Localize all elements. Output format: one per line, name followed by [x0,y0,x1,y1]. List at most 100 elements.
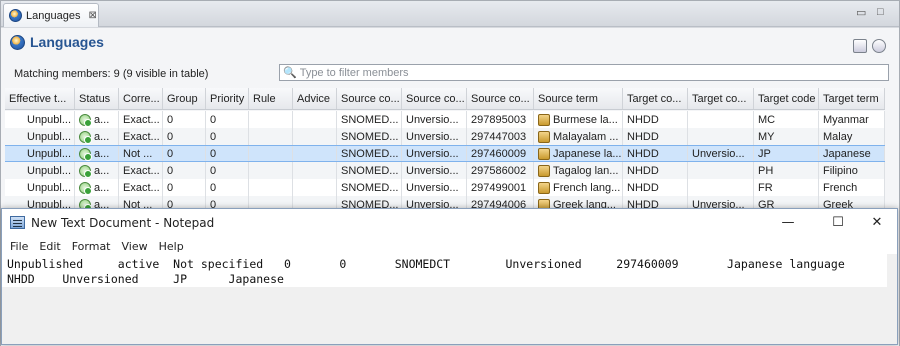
col-group-header[interactable]: Group [163,88,206,109]
col-priority-cell: 0 [206,146,249,161]
col-status-header[interactable]: Status [75,88,119,109]
cell-text: a... [94,147,110,160]
cell-text: Unversio... [692,147,745,160]
col-target-code-cell: FR [754,179,819,196]
cell-text: FR [758,181,773,194]
menu-view[interactable]: View [122,240,148,253]
col-status-cell: a... [75,111,119,128]
col-target-code-cell: PH [754,162,819,179]
menu-format[interactable]: Format [72,240,111,253]
col-correlation-header[interactable]: Corre... [119,88,163,109]
col-source-code-cell: 297499001 [467,179,534,196]
cell-text: MC [758,113,776,126]
cell-text: JP [758,147,771,160]
col-source-codesystem-cell: SNOMED... [337,146,402,161]
table-row[interactable]: Unpubl... a... Exact... 0 0 SNOMED... Unversio… [5,128,885,145]
col-correlation-cell: Not ... [119,146,163,161]
col-rule-header[interactable]: Rule [249,88,293,109]
col-advice-header[interactable]: Advice [293,88,337,109]
cell-text: Unpubl... [27,113,72,126]
cell-text: MY [758,130,775,143]
col-target-code-header[interactable]: Target code [754,88,819,109]
cell-text: Unpubl... [27,181,72,194]
cell-text: 0 [167,164,174,177]
cell-text: 0 [210,147,217,160]
filter-members-input[interactable]: 🔍 Type to filter members [279,64,889,81]
cell-text: 0 [210,113,217,126]
col-source-codesystem-cell: SNOMED... [337,162,402,179]
cell-text: Exact... [123,164,160,177]
refresh-icon[interactable] [872,39,886,53]
table-row[interactable]: Unpubl... a... Exact... 0 0 SNOMED... Unversio… [5,179,885,196]
close-button[interactable]: ✕ [855,209,899,236]
col-priority-header[interactable]: Priority [206,88,249,109]
col-target-term-header[interactable]: Target term [819,88,885,109]
table-row[interactable]: Unpubl... a... Exact... 0 0 SNOMED... Unversio… [5,111,885,128]
col-target-version-header[interactable]: Target co... [688,88,754,109]
col-source-code-cell: 297447003 [467,128,534,145]
notepad-icon [10,216,25,229]
tab-languages[interactable]: Languages ⊠ [3,3,99,27]
text-line: NHDD Unversioned JP Japanese [7,272,284,286]
col-source-version-header[interactable]: Source co... [402,88,467,109]
notepad-title: New Text Document - Notepad [31,215,215,230]
cell-text: Unpubl... [27,130,72,143]
col-correlation-cell: Exact... [119,128,163,145]
globe-icon [10,34,25,50]
minimize-button[interactable]: — [766,209,810,236]
cell-text: Unpubl... [27,147,72,160]
col-advice-cell [293,162,337,179]
col-advice-cell [293,179,337,196]
cell-text: SNOMED... [341,181,399,194]
cell-text: Exact... [123,130,160,143]
menu-help[interactable]: Help [159,240,184,253]
cell-text: 297460009 [471,147,527,160]
col-effective-time-cell: Unpubl... [5,162,75,179]
minimize-view-button[interactable]: ▭ [856,6,866,19]
maximize-view-button[interactable]: □ [877,6,884,18]
col-target-version-cell [688,162,754,179]
maximize-button[interactable]: ☐ [816,209,860,236]
cell-text: NHDD [627,147,659,160]
cell-text: Unversio... [406,130,459,143]
view-tab-bar: Languages ⊠ ▭ □ [1,1,899,27]
col-group-cell: 0 [163,128,206,145]
cell-text: 297447003 [471,130,527,143]
cell-text: Unpubl... [27,164,72,177]
status-icon [79,164,92,178]
notepad-titlebar[interactable]: New Text Document - Notepad — ☐ ✕ [2,209,897,236]
menu-file[interactable]: File [10,240,28,253]
col-group-cell: 0 [163,179,206,196]
col-source-term-header[interactable]: Source term [534,88,623,109]
filter-placeholder: Type to filter members [299,66,409,79]
cell-text: 297895003 [471,113,527,126]
close-tab-icon[interactable]: ⊠ [88,10,96,21]
table-row[interactable]: Unpubl... a... Exact... 0 0 SNOMED... Unversio… [5,162,885,179]
text-line: Unpublished active Not specified 0 0 SNO… [7,257,845,271]
notepad-window: New Text Document - Notepad — ☐ ✕ File E… [1,208,898,345]
cell-text: NHDD [627,130,659,143]
col-source-code-header[interactable]: Source co... [467,88,534,109]
col-target-codesystem-header[interactable]: Target co... [623,88,688,109]
search-icon: 🔍 [283,67,297,79]
col-correlation-cell: Exact... [119,111,163,128]
col-status-cell: a... [75,162,119,179]
col-target-version-cell [688,179,754,196]
col-effective-time-header[interactable]: Effective t... [5,88,75,109]
col-source-term-cell: Burmese la... [534,111,623,128]
menu-edit[interactable]: Edit [39,240,60,253]
notepad-text-area[interactable]: Unpublished active Not specified 0 0 SNO… [2,254,897,344]
col-target-code-cell: JP [754,146,819,161]
col-rule-cell [249,146,293,161]
cell-text: Japanese la... [553,147,622,160]
table-row[interactable]: Unpubl... a... Not ... 0 0 SNOMED... Unversio.… [5,145,885,162]
col-target-codesystem-cell: NHDD [623,179,688,196]
cell-text: French lang... [553,181,621,194]
col-source-codesystem-header[interactable]: Source co... [337,88,402,109]
col-advice-cell [293,146,337,161]
export-icon[interactable] [853,39,867,53]
col-source-term-cell: French lang... [534,179,623,196]
col-target-version-cell: Unversio... [688,146,754,161]
col-effective-time-cell: Unpubl... [5,179,75,196]
status-icon [79,147,92,161]
